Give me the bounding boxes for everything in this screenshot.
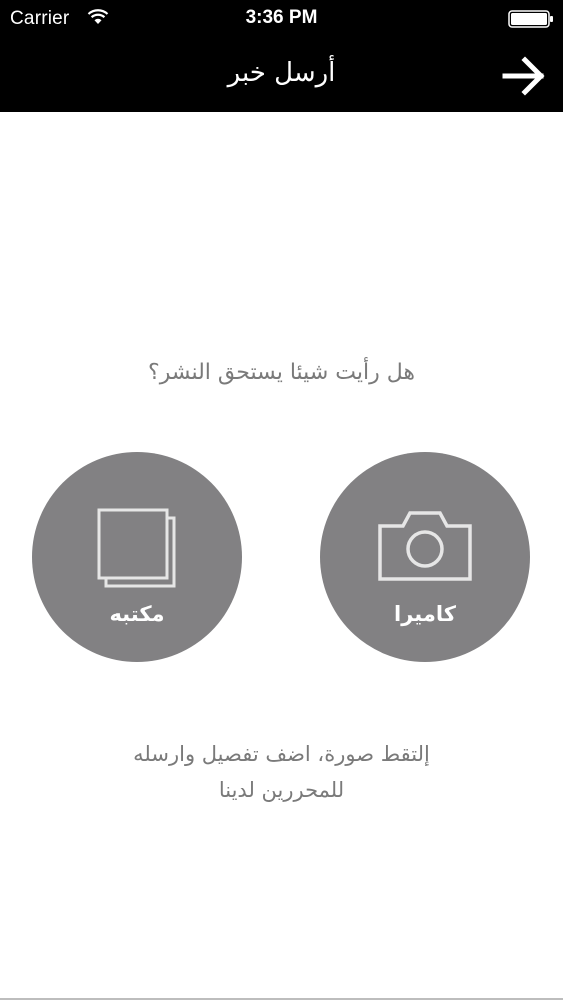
camera-button[interactable]: كاميرا (320, 452, 530, 662)
top-bar: Carrier 3:36 PM أرسل خبر (0, 0, 563, 112)
photo-library-icon (97, 508, 176, 588)
instructions-text: إلتقط صورة، اضف تفصيل وارسله للمحررين لد… (60, 736, 503, 808)
instructions-line-1: إلتقط صورة، اضف تفصيل وارسله (133, 742, 430, 766)
back-button[interactable] (501, 52, 549, 100)
battery-icon (508, 10, 553, 28)
camera-label: كاميرا (394, 602, 456, 626)
send-news-screen: Carrier 3:36 PM أرسل خبر هل رأيت شيئا يس… (0, 0, 563, 1000)
prompt-question: هل رأيت شيئا يستحق النشر؟ (148, 360, 415, 385)
status-time: 3:36 PM (245, 7, 318, 28)
library-button[interactable]: مكتبه (32, 452, 242, 662)
page-title: أرسل خبر (227, 58, 336, 88)
arrow-right-icon (502, 56, 545, 96)
camera-icon (378, 511, 472, 581)
instructions-line-2: للمحررين لدينا (218, 778, 345, 802)
status-bar: Carrier 3:36 PM (0, 0, 563, 38)
library-label: مكتبه (109, 602, 165, 626)
